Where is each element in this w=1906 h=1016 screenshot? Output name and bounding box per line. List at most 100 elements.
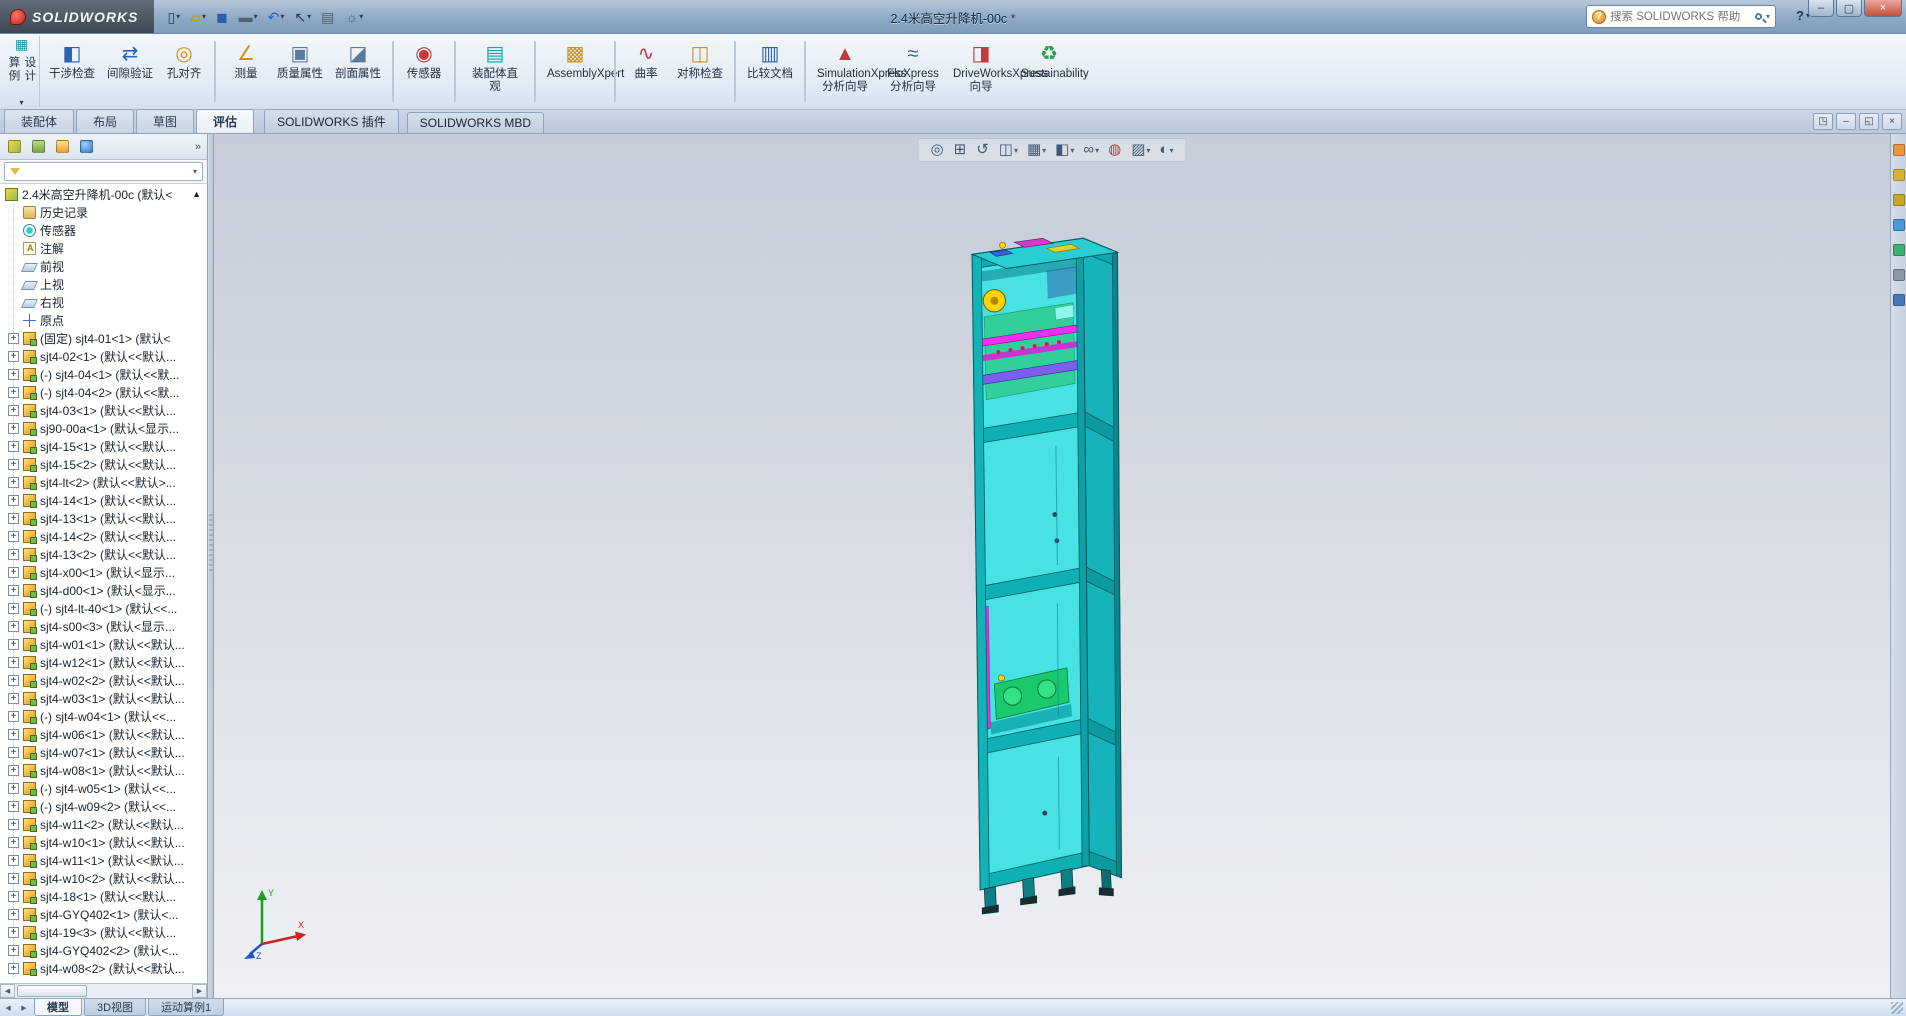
solidworks-resources-icon[interactable] <box>1892 144 1905 156</box>
tree-item[interactable]: + (-) sjt4-w09<2> (默认<<... <box>0 797 207 815</box>
expand-toggle[interactable]: + <box>8 440 19 452</box>
expand-toggle[interactable]: + <box>8 386 19 398</box>
document-tab[interactable]: 3D视图 <box>84 999 147 1016</box>
expand-toggle[interactable]: + <box>8 890 19 902</box>
file-properties-button[interactable]: ▤ <box>318 8 338 26</box>
tree-item[interactable]: + (-) sjt4-w04<1> (默认<<... <box>0 707 207 725</box>
expand-toggle[interactable]: + <box>8 728 19 740</box>
expand-toggle[interactable]: + <box>8 710 19 722</box>
featuremanager-tab[interactable] <box>4 137 24 157</box>
expand-toggle[interactable]: + <box>8 944 19 956</box>
tree-item[interactable]: + sjt4-13<1> (默认<<默认... <box>0 509 207 527</box>
tree-item[interactable]: + sjt4-14<2> (默认<<默认... <box>0 527 207 545</box>
assembly-model-3d[interactable] <box>954 212 1186 918</box>
tree-item[interactable]: + sjt4-GYQ402<2> (默认<... <box>0 941 207 959</box>
expand-toggle[interactable]: + <box>8 638 19 650</box>
expand-toggle[interactable]: + <box>8 836 19 848</box>
commandmanager-tab[interactable]: 评估 <box>196 109 255 133</box>
ribbon-button[interactable]: ◫ 对称检查 <box>672 36 728 107</box>
ribbon-button[interactable]: ∠ 测量 <box>222 36 270 107</box>
tree-item[interactable]: + sjt4-w07<1> (默认<<默认... <box>0 743 207 761</box>
expand-toggle[interactable]: + <box>8 800 19 812</box>
tree-item[interactable]: + sjt4-15<2> (默认<<默认... <box>0 455 207 473</box>
ribbon-button[interactable] <box>454 41 456 102</box>
tree-item[interactable]: + sjt4-w11<2> (默认<<默认... <box>0 815 207 833</box>
tree-item[interactable]: 右视 <box>0 293 207 311</box>
save-button[interactable]: ◼ <box>213 8 232 26</box>
tree-item[interactable]: + sjt4-d00<1> (默认<显示... <box>0 581 207 599</box>
custom-properties-icon[interactable] <box>1892 269 1905 281</box>
undo-button[interactable]: ↶ ▾ <box>265 8 288 26</box>
expand-toggle[interactable]: + <box>8 404 19 416</box>
tree-item[interactable]: + sjt4-14<1> (默认<<默认... <box>0 491 207 509</box>
document-minimize-button[interactable]: – <box>1836 113 1856 130</box>
edit-appearance-icon[interactable]: ◍ <box>1108 142 1122 158</box>
expand-toggle[interactable]: + <box>8 512 19 524</box>
tree-horizontal-scrollbar[interactable]: ◀ ▶ <box>0 983 207 998</box>
previous-view-icon[interactable]: ↺ <box>976 142 990 158</box>
propertymanager-tab[interactable] <box>28 137 48 157</box>
document-tab[interactable]: 模型 <box>34 999 82 1016</box>
tree-item[interactable]: + sjt4-lt<2> (默认<<默认>... <box>0 473 207 491</box>
ribbon-button[interactable]: ▤ 装配体直观 <box>462 36 528 107</box>
expand-toggle[interactable]: + <box>8 674 19 686</box>
zoom-area-icon[interactable]: ⊞ <box>954 142 968 158</box>
appearances-scenes-icon[interactable] <box>1892 244 1905 256</box>
apply-scene-icon[interactable]: ▨ ▾ <box>1131 142 1150 158</box>
tree-item[interactable]: + (-) sjt4-w05<1> (默认<<... <box>0 779 207 797</box>
ribbon-button[interactable]: ♻ Sustainability <box>1016 36 1089 107</box>
ribbon-button[interactable]: ◉ 传感器 <box>400 36 448 107</box>
tree-item[interactable]: + sjt4-02<1> (默认<<默认... <box>0 347 207 365</box>
view-settings-icon[interactable]: ◐ ▾ <box>1159 142 1173 158</box>
tree-item[interactable]: + (-) sjt4-04<1> (默认<<默... <box>0 365 207 383</box>
addin-tab[interactable]: SOLIDWORKS MBD <box>406 112 545 133</box>
scroll-right-icon[interactable]: ▶ <box>192 984 207 998</box>
ribbon-button[interactable]: ▲ SimulationXpress 分析向导 <box>812 36 906 107</box>
document-close-button[interactable]: × <box>1882 113 1902 130</box>
tree-item[interactable]: + sjt4-19<3> (默认<<默认... <box>0 923 207 941</box>
ribbon-button[interactable]: ◧ 干涉检查 <box>44 36 100 107</box>
tree-item[interactable]: + sjt4-w06<1> (默认<<默认... <box>0 725 207 743</box>
tree-item[interactable]: 注解 <box>0 239 207 257</box>
solidworks-forum-icon[interactable] <box>1892 294 1905 306</box>
expand-toggle[interactable]: + <box>8 566 19 578</box>
help-search-box[interactable]: ? ▾ <box>1586 5 1776 28</box>
graphics-viewport[interactable]: ◎ ⊞ ↺ ◫ ▾ ▦ ▾ ◧ ▾ ∞ ▾ ◍ ▨ ▾ ◐ ▾ Y X Z <box>214 134 1890 998</box>
expand-toggle[interactable]: + <box>8 782 19 794</box>
design-study-button[interactable]: ▦ 设计算例 ▾ <box>4 36 40 107</box>
tree-item[interactable]: + (-) sjt4-04<2> (默认<<默... <box>0 383 207 401</box>
expand-toggle[interactable]: + <box>8 746 19 758</box>
new-document-button[interactable]: ▯ ▾ <box>164 8 183 26</box>
tree-item[interactable]: + sj90-00a<1> (默认<显示... <box>0 419 207 437</box>
doc-tabs-scroll-right-icon[interactable]: ▶ <box>16 999 32 1016</box>
expand-toggle[interactable]: + <box>8 584 19 596</box>
design-library-icon[interactable] <box>1892 169 1905 181</box>
display-style-icon[interactable]: ◧ ▾ <box>1055 142 1074 158</box>
expand-toggle[interactable]: + <box>8 872 19 884</box>
expand-toggle[interactable]: + <box>8 530 19 542</box>
tree-item[interactable]: 上视 <box>0 275 207 293</box>
scrollbar-thumb[interactable] <box>17 985 87 997</box>
ribbon-button[interactable]: ◪ 剖面属性 <box>330 36 386 107</box>
tree-item[interactable]: + sjt4-w02<2> (默认<<默认... <box>0 671 207 689</box>
expand-toggle[interactable]: + <box>8 908 19 920</box>
expand-toggle[interactable]: + <box>8 692 19 704</box>
ribbon-button[interactable]: ▩ AssemblyXpert <box>542 36 624 107</box>
tree-item[interactable]: + sjt4-s00<3> (默认<显示... <box>0 617 207 635</box>
tree-item[interactable]: + sjt4-w10<2> (默认<<默认... <box>0 869 207 887</box>
tree-item[interactable]: + sjt4-18<1> (默认<<默认... <box>0 887 207 905</box>
tree-item[interactable]: + sjt4-03<1> (默认<<默认... <box>0 401 207 419</box>
expand-toggle[interactable]: + <box>8 854 19 866</box>
minimize-button[interactable]: – <box>1808 0 1834 17</box>
expand-toggle[interactable]: + <box>8 332 19 344</box>
document-restore-button[interactable]: ◱ <box>1859 113 1879 130</box>
print-button[interactable]: ▬ ▾ <box>236 8 261 26</box>
tree-item[interactable]: 传感器 <box>0 221 207 239</box>
section-view-icon[interactable]: ◫ ▾ <box>999 142 1018 158</box>
expand-toggle[interactable]: + <box>8 656 19 668</box>
document-tab[interactable]: 运动算例1 <box>148 999 225 1016</box>
expand-toggle[interactable]: + <box>8 764 19 776</box>
ribbon-button[interactable]: ⇄ 间隙验证 <box>102 36 158 107</box>
tree-item[interactable]: + sjt4-w03<1> (默认<<默认... <box>0 689 207 707</box>
tree-item[interactable]: + (-) sjt4-lt-40<1> (默认<<... <box>0 599 207 617</box>
